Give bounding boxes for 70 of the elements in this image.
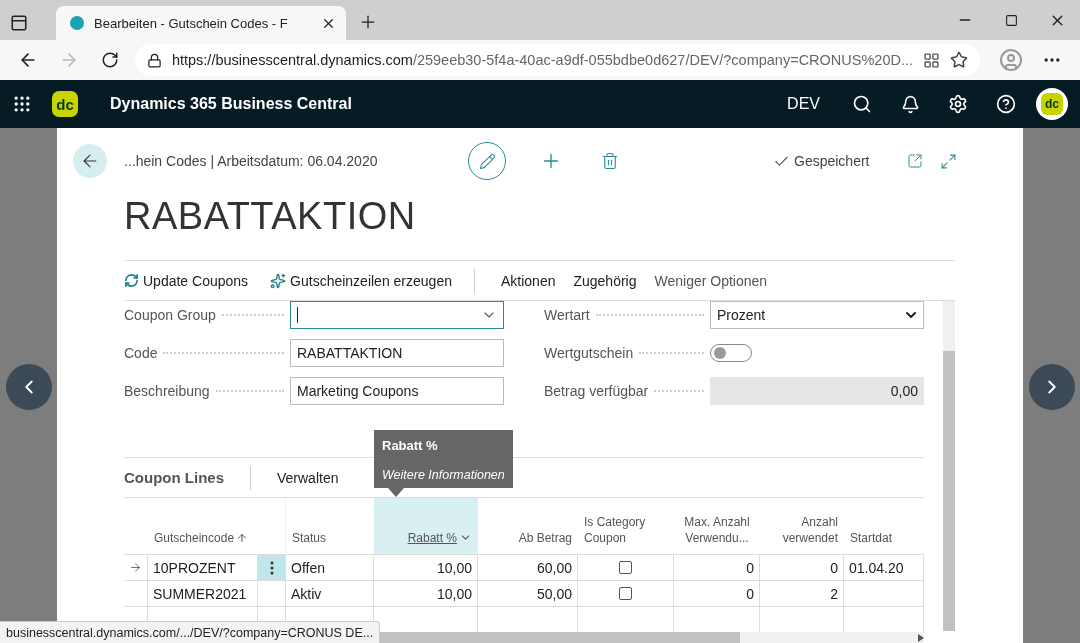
text-field[interactable]: Marketing Coupons: [290, 377, 504, 405]
breadcrumb: ...hein Codes | Arbeitsdatum: 06.04.2020: [124, 153, 379, 169]
tooltip: Rabatt % Weitere Informationen: [374, 430, 513, 488]
refresh-icon: [124, 273, 139, 288]
browser-tab[interactable]: Bearbeiten - Gutschein Codes - F: [56, 6, 346, 40]
field-label: Betrag verfügbar: [544, 383, 649, 399]
saved-status: Gespeichert: [794, 153, 870, 169]
more-vertical-icon: [269, 560, 274, 575]
column-header[interactable]: Startdat: [844, 498, 924, 554]
expand-icon[interactable]: [940, 152, 958, 170]
table-cell: 10,00: [374, 554, 478, 580]
column-header[interactable]: Gutscheincode: [148, 498, 258, 554]
column-header[interactable]: Rabatt %: [374, 498, 478, 554]
table-cell: 10,00: [374, 580, 478, 606]
table-cell: Aktiv: [286, 580, 374, 606]
column-header[interactable]: Max. Anzahl Verwendu...: [674, 498, 760, 554]
checkbox[interactable]: [619, 587, 632, 600]
sparkle-icon: [270, 272, 287, 289]
table-cell: 0: [674, 554, 760, 580]
fewer-options-button[interactable]: Weniger Optionen: [654, 272, 768, 289]
manage-menu-button[interactable]: Verwalten: [277, 469, 339, 486]
lock-icon: [146, 52, 162, 68]
column-header[interactable]: Is Category Coupon: [578, 498, 674, 554]
vertical-scrollbar[interactable]: [943, 301, 955, 631]
section-title: Coupon Lines: [124, 469, 224, 486]
field-label: Code: [124, 345, 158, 361]
column-header[interactable]: Ab Betrag: [478, 498, 578, 554]
tooltip-pointer-icon: [388, 488, 404, 497]
menu-button[interactable]: Zugehörig: [573, 272, 637, 289]
toggle-switch[interactable]: [710, 344, 752, 362]
page-title: RABATTAKTION: [124, 194, 417, 239]
field-label: Wertart: [544, 307, 590, 323]
pencil-icon: [478, 152, 496, 170]
logo: dc: [52, 91, 78, 117]
star-icon[interactable]: [950, 51, 969, 69]
column-header[interactable]: Status: [286, 498, 374, 554]
trash-icon[interactable]: [601, 152, 619, 170]
value-type-select[interactable]: Prozent: [710, 301, 924, 329]
table-cell: Offen: [286, 554, 374, 580]
checkbox[interactable]: [619, 561, 632, 574]
table-cell: 0: [760, 554, 844, 580]
amount-field: 0,00: [710, 377, 924, 405]
table-cell: SUMMER2021: [148, 580, 258, 606]
action-button[interactable]: Update Coupons: [124, 272, 249, 289]
tab-actions-icon[interactable]: [10, 14, 28, 32]
field-label: Beschreibung: [124, 383, 210, 399]
avatar[interactable]: dc: [1036, 88, 1068, 120]
field-label: Wertgutschein: [544, 345, 634, 361]
column-header[interactable]: Anzahl verwendet: [760, 498, 844, 554]
action-button[interactable]: Gutscheinzeilen erzeugen: [270, 272, 452, 289]
address-bar[interactable]: https://businesscentral.dynamics.com/259eeb30-5f4a-40ac-a9df-055bdbe0d627/DEV/?company=CRONUS%20D...: [134, 44, 981, 76]
scroll-right-icon[interactable]: [918, 634, 924, 642]
company-name[interactable]: DEV: [787, 95, 820, 113]
open-new-window-icon[interactable]: [907, 153, 924, 169]
coupon-group-dropdown[interactable]: [290, 301, 504, 329]
table-cell: 0: [674, 580, 760, 606]
app-title: Dynamics 365 Business Central: [110, 95, 352, 113]
table-cell: 2: [760, 580, 844, 606]
table-cell: 01.04.20: [844, 554, 924, 580]
text-field[interactable]: RABATTAKTION: [290, 339, 504, 367]
table-cell: 60,00: [478, 554, 578, 580]
back-button[interactable]: [73, 144, 107, 178]
table-cell: [258, 580, 286, 606]
field-label: Coupon Group: [124, 307, 216, 323]
app-launcher-icon[interactable]: [12, 94, 32, 114]
link-preview-tooltip: businesscentral.dynamics.com/.../DEV/?company=CRONUS DE...: [0, 621, 381, 643]
apps-icon[interactable]: [923, 51, 941, 69]
favicon-icon: [70, 16, 84, 30]
menu-button[interactable]: Aktionen: [500, 272, 556, 289]
table-cell: 50,00: [478, 580, 578, 606]
